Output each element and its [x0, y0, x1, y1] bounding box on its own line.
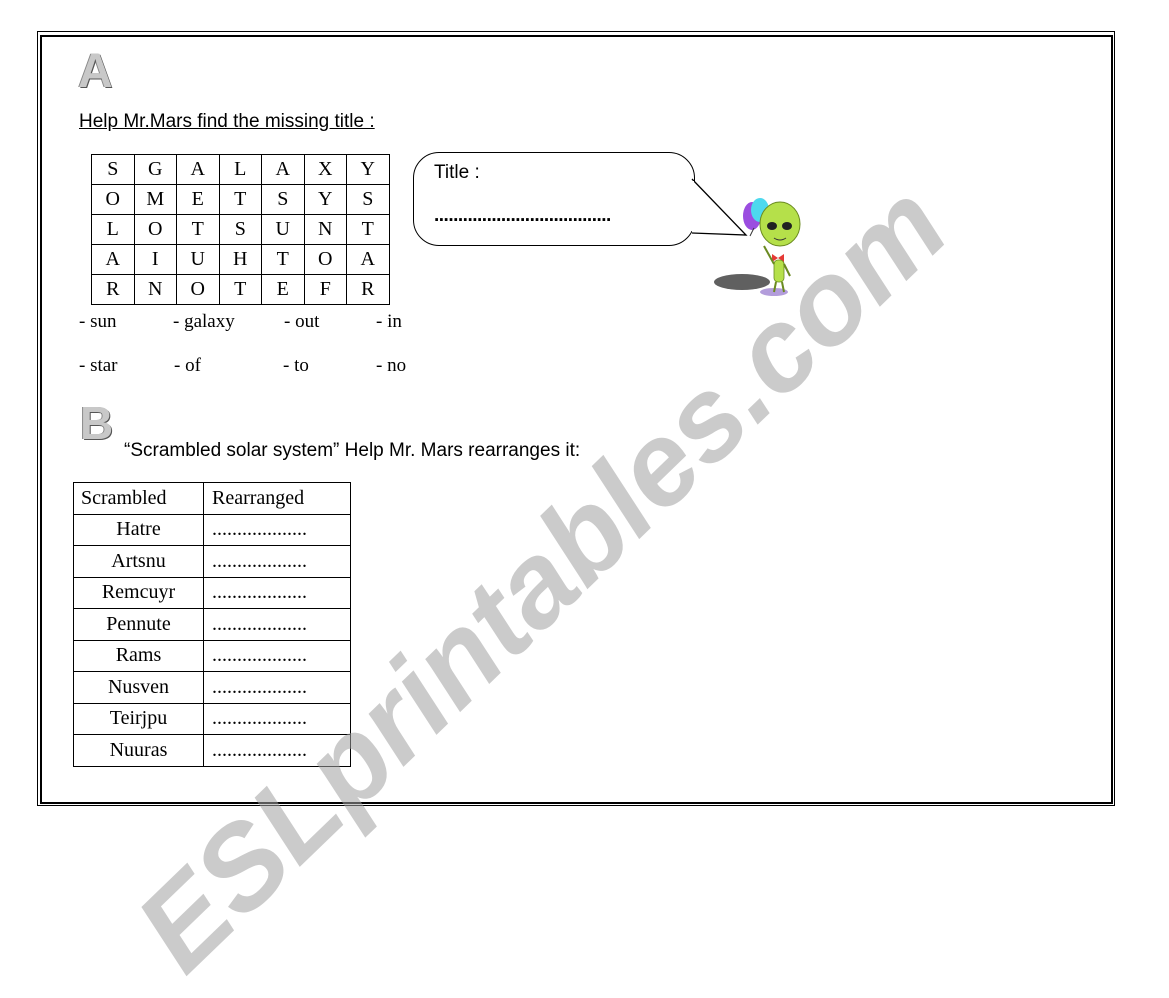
scrambled-word: Hatre	[73, 513, 204, 546]
grid-cell[interactable]: S	[91, 154, 135, 185]
grid-cell[interactable]: T	[346, 214, 390, 245]
grid-cell[interactable]: N	[133, 274, 177, 305]
grid-cell[interactable]: S	[218, 214, 262, 245]
table-header-row: Scrambled Rearranged	[73, 482, 351, 515]
table-row: Remcuyr...................	[73, 576, 351, 609]
word-bank-item: - star	[79, 355, 118, 376]
grid-cell[interactable]: S	[346, 184, 390, 215]
section-a-letter: A	[78, 45, 113, 98]
grid-cell[interactable]: A	[346, 244, 390, 275]
grid-cell[interactable]: S	[261, 184, 305, 215]
word-bank-item: - of	[174, 355, 201, 376]
table-row: Nusven...................	[73, 671, 351, 704]
rearranged-answer-blank[interactable]: ...................	[203, 513, 351, 546]
grid-row: OMETSYS	[91, 184, 390, 215]
table-row: Nuuras...................	[73, 734, 351, 767]
grid-cell[interactable]: R	[91, 274, 135, 305]
column-header-scrambled: Scrambled	[73, 482, 204, 515]
grid-row: AIUHTOA	[91, 244, 390, 275]
title-answer-blank[interactable]: .....................................	[434, 205, 611, 227]
word-bank-item: - no	[376, 355, 407, 376]
scrambled-words-table: Scrambled Rearranged Hatre..............…	[73, 482, 351, 767]
grid-cell[interactable]: E	[176, 184, 220, 215]
grid-cell[interactable]: A	[176, 154, 220, 185]
alien-mr-mars-icon	[714, 198, 801, 296]
grid-cell[interactable]: L	[218, 154, 262, 185]
rearranged-answer-blank[interactable]: ...................	[203, 671, 351, 704]
table-row: Rams...................	[73, 639, 351, 672]
grid-cell[interactable]: L	[91, 214, 135, 245]
word-bank-item: - galaxy	[173, 311, 235, 332]
scrambled-word: Teirjpu	[73, 702, 204, 735]
grid-cell[interactable]: N	[303, 214, 347, 245]
scrambled-word: Remcuyr	[73, 576, 204, 609]
column-header-rearranged: Rearranged	[203, 482, 351, 515]
rearranged-answer-blank[interactable]: ...................	[203, 576, 351, 609]
section-a-heading: Help Mr.Mars find the missing title :	[79, 111, 375, 132]
scrambled-word: Pennute	[73, 608, 204, 641]
word-bank-item: - to	[283, 355, 309, 376]
grid-cell[interactable]: I	[133, 244, 177, 275]
rearranged-answer-blank[interactable]: ...................	[203, 639, 351, 672]
table-row: Hatre...................	[73, 513, 351, 546]
word-bank-item: - sun	[79, 311, 117, 332]
scrambled-word: Nuuras	[73, 734, 204, 767]
grid-cell[interactable]: O	[91, 184, 135, 215]
grid-cell[interactable]: M	[133, 184, 177, 215]
grid-cell[interactable]: A	[91, 244, 135, 275]
grid-row: LOTSUNT	[91, 214, 390, 245]
grid-cell[interactable]: T	[261, 244, 305, 275]
rearranged-answer-blank[interactable]: ...................	[203, 734, 351, 767]
grid-cell[interactable]: H	[218, 244, 262, 275]
scrambled-word: Artsnu	[73, 545, 204, 578]
table-row: Teirjpu...................	[73, 702, 351, 735]
scrambled-word: Nusven	[73, 671, 204, 704]
word-bank-item: - out	[284, 311, 320, 332]
grid-cell[interactable]: T	[176, 214, 220, 245]
grid-row: SGALAXY	[91, 154, 390, 185]
grid-cell[interactable]: G	[133, 154, 177, 185]
rearranged-answer-blank[interactable]: ...................	[203, 545, 351, 578]
section-b-letter: B	[80, 397, 114, 449]
rearranged-answer-blank[interactable]: ...................	[203, 702, 351, 735]
grid-cell[interactable]: O	[133, 214, 177, 245]
speech-bubble: Title : ................................…	[413, 152, 695, 246]
grid-cell[interactable]: F	[303, 274, 347, 305]
table-row: Pennute...................	[73, 608, 351, 641]
rearranged-answer-blank[interactable]: ...................	[203, 608, 351, 641]
grid-cell[interactable]: O	[303, 244, 347, 275]
grid-cell[interactable]: A	[261, 154, 305, 185]
grid-cell[interactable]: U	[261, 214, 305, 245]
section-b-heading: “Scrambled solar system” Help Mr. Mars r…	[124, 440, 581, 461]
grid-cell[interactable]: Y	[346, 154, 390, 185]
grid-cell[interactable]: Y	[303, 184, 347, 215]
grid-cell[interactable]: T	[218, 274, 262, 305]
grid-cell[interactable]: U	[176, 244, 220, 275]
word-bank-item: - in	[376, 311, 402, 332]
scrambled-word: Rams	[73, 639, 204, 672]
grid-cell[interactable]: T	[218, 184, 262, 215]
title-label: Title :	[434, 162, 480, 183]
word-search-grid: SGALAXYOMETSYSLOTSUNTAIUHTOARNOTEFR	[91, 154, 390, 305]
grid-cell[interactable]: O	[176, 274, 220, 305]
grid-row: RNOTEFR	[91, 274, 390, 305]
grid-cell[interactable]: X	[303, 154, 347, 185]
table-row: Artsnu...................	[73, 545, 351, 578]
grid-cell[interactable]: R	[346, 274, 390, 305]
grid-cell[interactable]: E	[261, 274, 305, 305]
